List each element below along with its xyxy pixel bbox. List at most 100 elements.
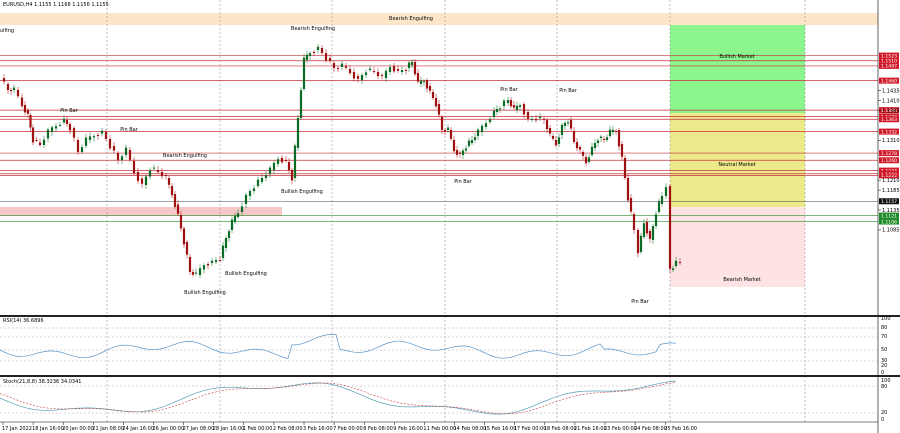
candle-body	[434, 98, 438, 107]
candle-body	[58, 124, 62, 126]
candle-body	[256, 179, 260, 186]
date-label: 21 Jan 08:00	[92, 426, 124, 432]
candle-body	[148, 170, 152, 177]
candle-body	[534, 119, 538, 121]
candle-body	[515, 105, 519, 110]
candle-body	[136, 172, 140, 181]
date-label: 7 Feb 00:00	[333, 426, 363, 432]
candle-body	[260, 178, 264, 182]
candle-body	[584, 157, 588, 164]
candle-body	[185, 242, 189, 255]
candle-body	[480, 125, 484, 132]
candle-body	[284, 160, 288, 161]
date-label: 17 Feb 00:00	[514, 426, 547, 432]
date-label: 2 Feb 08:00	[273, 426, 303, 432]
candle-body	[240, 206, 244, 212]
candle-body	[328, 58, 332, 61]
candle-body	[581, 152, 585, 156]
date-label: 24 Feb 08:00	[634, 426, 667, 432]
candle-body	[605, 137, 609, 140]
candle-body	[173, 194, 177, 207]
candle-body	[467, 140, 471, 146]
candle-body	[473, 137, 477, 140]
rsi-level-label: 100	[881, 316, 891, 322]
candle-body	[296, 118, 300, 148]
candle-body	[572, 131, 576, 142]
candle-body	[455, 150, 459, 155]
candle-body	[152, 167, 156, 169]
stochastic-level-label: 20	[881, 410, 887, 416]
candle-body	[648, 231, 652, 239]
candle-body	[599, 136, 603, 138]
candle-body	[167, 178, 171, 185]
candle-body	[384, 70, 388, 78]
trading-chart[interactable]: Bullish Market Neutral Market Bearish Ma…	[0, 0, 900, 433]
annotation-label: Pin Bar	[500, 87, 519, 93]
annotation-label: Pin Bar	[60, 108, 79, 114]
candle-body	[224, 238, 228, 248]
candle-body	[364, 72, 368, 75]
candle-body	[651, 226, 655, 240]
candle-body	[498, 108, 502, 110]
date-label: 26 Jan 00:00	[153, 426, 185, 432]
candle-body	[560, 124, 564, 135]
date-label: 15 Feb 16:00	[484, 426, 517, 432]
candle-body	[194, 272, 198, 274]
candle-body	[160, 172, 164, 177]
candle-body	[26, 110, 30, 114]
candle-body	[46, 129, 50, 139]
candle-body	[305, 54, 309, 60]
candle-body	[368, 68, 372, 70]
bullish-market-zone	[670, 25, 805, 113]
candle-body	[23, 105, 27, 113]
candle-body	[530, 119, 534, 120]
candle-body	[569, 120, 573, 129]
date-label: 18 Jan 16:00	[32, 426, 64, 432]
candle-body	[156, 170, 160, 172]
candle-body	[72, 128, 76, 138]
candle-body	[428, 86, 432, 91]
candle-body	[611, 129, 615, 132]
stochastic-signal-line	[0, 382, 677, 415]
candle-body	[419, 80, 423, 84]
candle-body	[316, 46, 320, 50]
date-label: 24 Jan 16:00	[122, 426, 154, 432]
candle-body	[324, 53, 328, 61]
panel-separator	[0, 315, 900, 317]
stochastic-label: Stoch(21,8,8) 38.3236 34.0341	[3, 379, 81, 385]
candle-body	[458, 152, 462, 154]
candle-body	[80, 147, 84, 152]
annotation-label: Pin Bar	[120, 127, 139, 133]
candle-body	[312, 52, 316, 53]
price-label: 1.1260	[881, 158, 897, 164]
candle-body	[84, 137, 88, 146]
candle-body	[587, 157, 591, 162]
date-label: 27 Jan 08:00	[183, 426, 215, 432]
rsi-panel: RSI(14) 36.6896 100 80 70 50 30 20 0	[0, 316, 891, 376]
candle-body	[470, 140, 474, 143]
price-label: 1.1410	[882, 98, 900, 104]
candle-body	[392, 66, 396, 72]
candle-body	[31, 127, 35, 143]
candle-body	[578, 147, 582, 150]
candle-body	[293, 145, 297, 178]
annotation-label: Bullish Engulfing	[225, 271, 267, 277]
candle-body	[264, 175, 268, 178]
candle-body	[396, 69, 400, 71]
candle-body	[332, 63, 336, 68]
candle-body	[563, 123, 567, 126]
candle-body	[100, 130, 104, 134]
candle-body	[268, 167, 272, 174]
candle-body	[352, 72, 356, 79]
annotation-label: Bearish Engulfing	[291, 26, 335, 32]
candle-body	[112, 146, 116, 151]
candle-body	[446, 127, 450, 130]
candle-body	[566, 122, 570, 124]
candle-body	[299, 90, 303, 118]
candle-body	[344, 66, 348, 68]
candle-body	[431, 92, 435, 98]
candle-body	[602, 139, 606, 140]
candle-body	[410, 62, 414, 65]
price-label: 1.1085	[882, 228, 900, 234]
candle-body	[645, 222, 649, 234]
